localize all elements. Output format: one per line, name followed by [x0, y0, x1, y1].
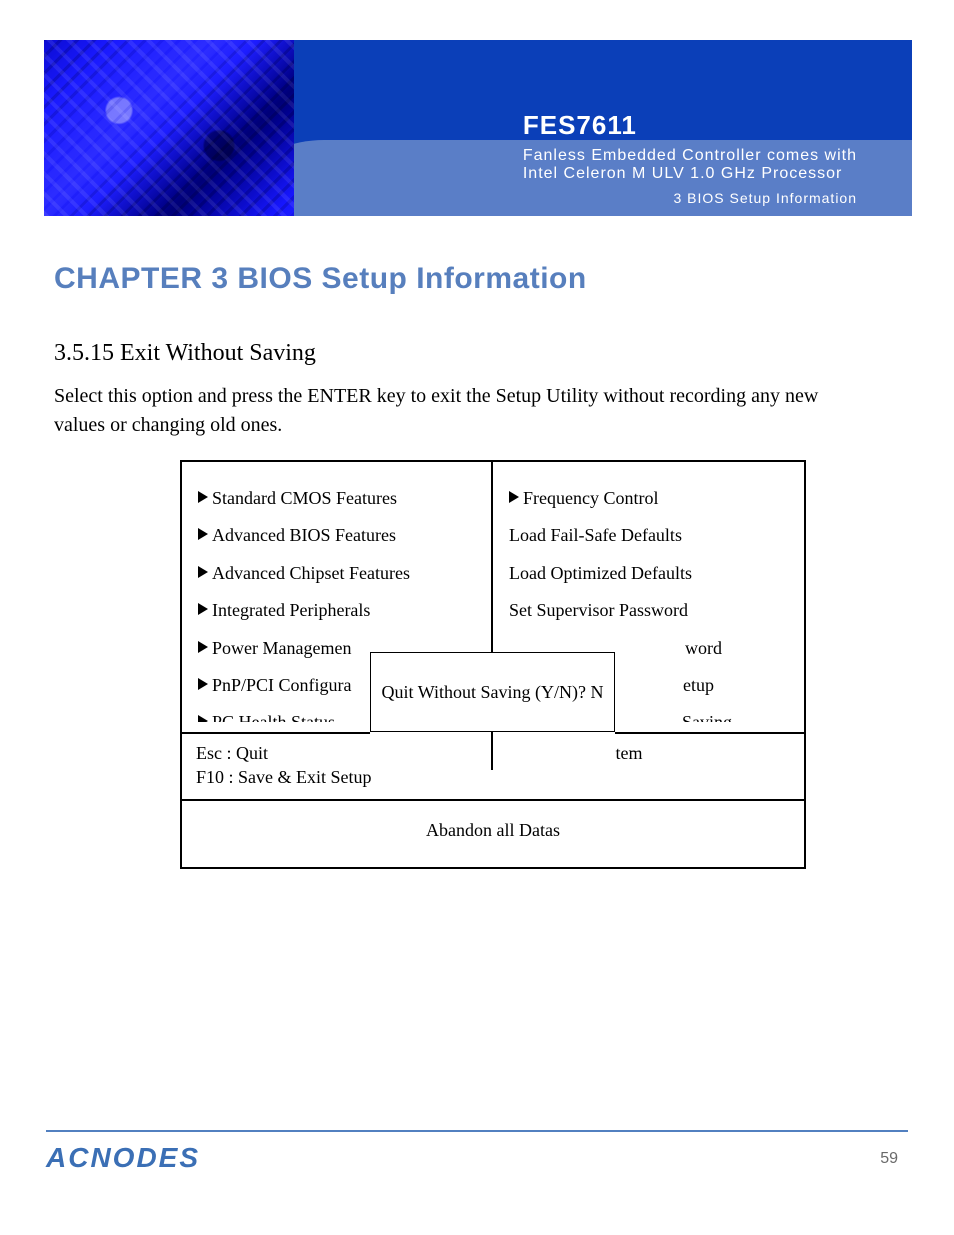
menu-label: Frequency Control: [523, 488, 658, 508]
menu-label: PnP/PCI Configura: [212, 675, 352, 695]
menu-label: Saving: [682, 712, 732, 722]
menu-item[interactable]: Integrated Peripherals: [196, 592, 479, 629]
menu-item[interactable]: Standard CMOS Features: [196, 480, 479, 517]
section-title: 3.5.15 Exit Without Saving: [54, 340, 316, 367]
product-title: FES7611 Fanless Embedded Controller come…: [523, 110, 857, 183]
banner-subtitle: 3 BIOS Setup Information: [673, 190, 857, 206]
product-model: FES7611: [523, 110, 637, 140]
quit-dialog[interactable]: Quit Without Saving (Y/N)? N: [370, 652, 615, 732]
menu-label: Load Optimized Defaults: [509, 563, 692, 583]
menu-label: Power Managemen: [212, 638, 351, 658]
triangle-icon: [198, 603, 208, 615]
triangle-icon: [509, 491, 519, 503]
page-banner: FES7611 Fanless Embedded Controller come…: [44, 40, 912, 216]
section-body: Select this option and press the ENTER k…: [54, 382, 874, 440]
menu-label: PC Health Status: [212, 712, 335, 722]
menu-label: Advanced BIOS Features: [212, 525, 396, 545]
page-number: 59: [880, 1150, 898, 1168]
menu-label: etup: [683, 675, 714, 695]
product-desc-1: Fanless Embedded Controller comes with: [523, 147, 857, 165]
brand-logo: ACNODES: [46, 1142, 200, 1174]
menu-label: Set Supervisor Password: [509, 600, 688, 620]
help-f10: F10 : Save & Exit Setup: [196, 766, 493, 789]
menu-item[interactable]: Load Fail-Safe Defaults: [507, 517, 792, 554]
banner-circuit-image: [44, 40, 294, 216]
triangle-icon: [198, 678, 208, 690]
menu-label: Standard CMOS Features: [212, 488, 397, 508]
product-desc-2: Intel Celeron M ULV 1.0 GHz Processor: [523, 165, 857, 183]
menu-item[interactable]: Frequency Control: [507, 480, 792, 517]
triangle-icon: [198, 566, 208, 578]
bios-footer: Abandon all Datas: [182, 799, 804, 866]
menu-label: Load Fail-Safe Defaults: [509, 525, 682, 545]
chapter-heading: CHAPTER 3 BIOS Setup Information: [54, 262, 587, 296]
menu-label: Integrated Peripherals: [212, 600, 370, 620]
dialog-text: Quit Without Saving (Y/N)? N: [382, 682, 604, 703]
menu-label: Advanced Chipset Features: [212, 563, 410, 583]
triangle-icon: [198, 641, 208, 653]
triangle-icon: [198, 491, 208, 503]
triangle-icon: [198, 715, 208, 722]
menu-label: word: [685, 638, 722, 658]
menu-item[interactable]: Load Optimized Defaults: [507, 555, 792, 592]
divider-stub: [491, 732, 493, 770]
menu-item[interactable]: Advanced Chipset Features: [196, 555, 479, 592]
triangle-icon: [198, 528, 208, 540]
footer-rule: [46, 1130, 908, 1132]
menu-item[interactable]: Set Supervisor Password: [507, 592, 792, 629]
menu-item[interactable]: Advanced BIOS Features: [196, 517, 479, 554]
